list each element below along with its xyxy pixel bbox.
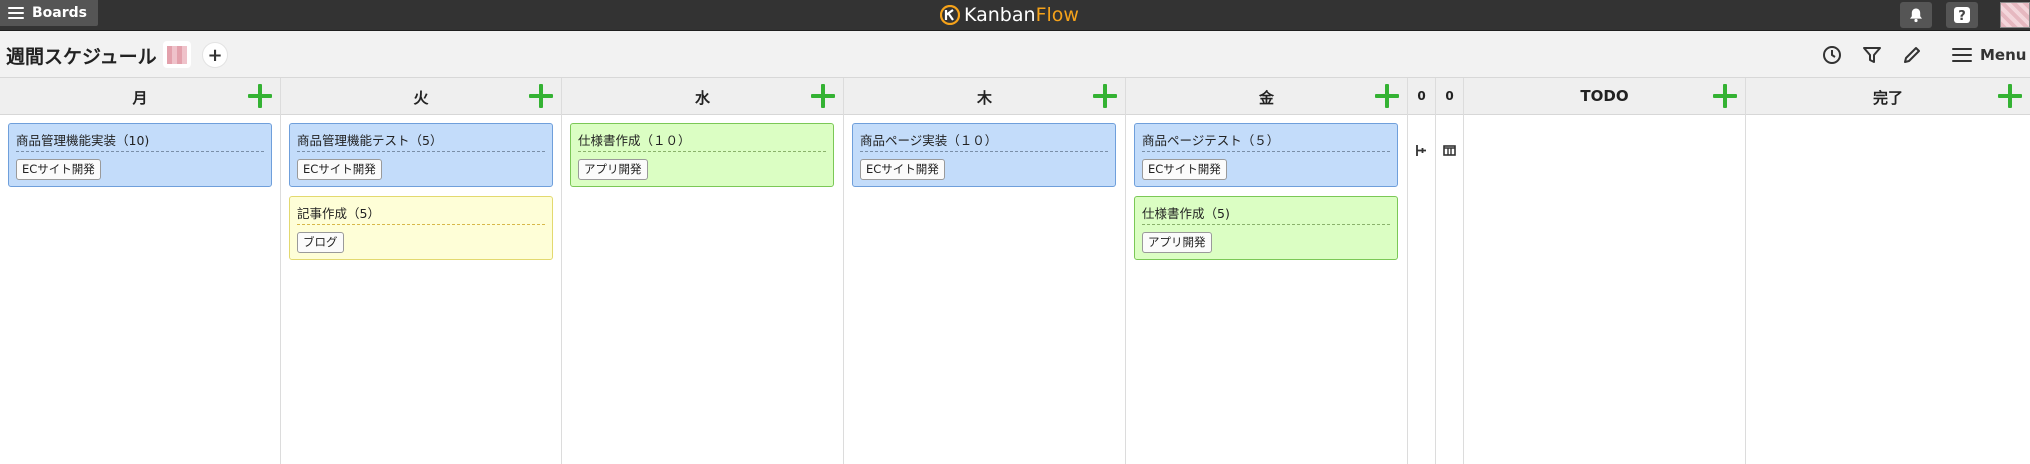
column-header: 木 [844,78,1125,115]
task-title: 商品管理機能テスト（5） [297,130,545,152]
logo-text-flow: Flow [1035,4,1079,26]
column-done: 完了 [1746,78,2030,464]
add-task-icon[interactable] [1375,84,1399,108]
task-card[interactable]: 商品ページテスト（５） ECサイト開発 [1134,123,1398,187]
menu-button[interactable]: Menu [1952,43,2026,67]
board-columns: 月 商品管理機能実装（10) ECサイト開発 火 商品管理機能テスト（5） EC… [0,78,2030,464]
question-icon: ? [1954,7,1970,24]
split-columns-icon[interactable] [1414,143,1429,158]
boards-button[interactable]: Boards [0,0,98,26]
column-header: 完了 [1746,78,2030,115]
collapsed-column[interactable]: 0 [1436,78,1464,464]
column-header: 火 [281,78,561,115]
task-card[interactable]: 商品管理機能実装（10) ECサイト開発 [8,123,272,187]
svg-text:?: ? [1958,9,1966,24]
column-header: TODO [1464,78,1745,115]
kanbanflow-logo[interactable]: Kanban Flow [940,2,1079,28]
task-title: 商品ページテスト（５） [1142,130,1390,152]
add-task-icon[interactable] [248,84,272,108]
column-title: 月 [132,89,148,107]
boards-label: Boards [32,5,87,21]
task-tag[interactable]: ECサイト開発 [297,159,382,180]
column-thu: 木 商品ページ実装（１０） ECサイト開発 [844,78,1126,464]
task-card[interactable]: 商品ページ実装（１０） ECサイト開発 [852,123,1116,187]
collapsed-column[interactable]: 0 [1408,78,1436,464]
column-count: 0 [1417,89,1426,103]
column-header: 月 [0,78,280,115]
task-title: 商品管理機能実装（10) [16,130,264,152]
add-member-button[interactable]: + [202,42,228,68]
task-tag[interactable]: アプリ開発 [1142,232,1212,253]
column-title: 木 [976,89,992,107]
task-title: 仕様書作成（5) [1142,203,1390,225]
column-title: 金 [1258,89,1274,107]
task-card[interactable]: 仕様書作成（5) アプリ開発 [1134,196,1398,260]
top-bar: Boards Kanban Flow ? [0,0,2030,31]
board-title[interactable]: 週間スケジュール [6,42,157,69]
clock-icon[interactable] [1820,43,1844,67]
task-tag[interactable]: ECサイト開発 [16,159,101,180]
task-tag[interactable]: ブログ [297,232,344,253]
pencil-icon[interactable] [1900,43,1924,67]
help-button[interactable]: ? [1946,2,1978,28]
task-tag[interactable]: アプリ開発 [578,159,648,180]
column-header: 金 [1126,78,1407,115]
column-mon: 月 商品管理機能実装（10) ECサイト開発 [0,78,281,464]
column-title: TODO [1580,87,1629,105]
task-tag[interactable]: ECサイト開発 [860,159,945,180]
filter-icon[interactable] [1860,43,1884,67]
column-tue: 火 商品管理機能テスト（5） ECサイト開発 記事作成（5） ブログ [281,78,562,464]
menu-icon [1952,48,1972,62]
add-task-icon[interactable] [529,84,553,108]
user-avatar[interactable] [2000,2,2030,28]
add-task-icon[interactable] [1093,84,1117,108]
task-card[interactable]: 商品管理機能テスト（5） ECサイト開発 [289,123,553,187]
task-card[interactable]: 記事作成（5） ブログ [289,196,553,260]
member-avatar[interactable] [163,41,191,68]
logo-text-kanban: Kanban [964,4,1036,26]
column-count: 0 [1445,89,1454,103]
task-title: 記事作成（5） [297,203,545,225]
task-title: 仕様書作成（１０） [578,130,826,152]
hamburger-icon [8,7,24,19]
column-wed: 水 仕様書作成（１０） アプリ開発 [562,78,844,464]
expand-columns-icon[interactable] [1442,143,1457,158]
column-title: 火 [413,89,429,107]
menu-label: Menu [1980,46,2027,64]
column-title: 水 [694,89,710,107]
column-fri: 金 商品ページテスト（５） ECサイト開発 仕様書作成（5) アプリ開発 [1126,78,1408,464]
column-header: 0 [1436,78,1463,115]
add-task-icon[interactable] [811,84,835,108]
column-title: 完了 [1872,89,1903,107]
task-title: 商品ページ実装（１０） [860,130,1108,152]
add-task-icon[interactable] [1998,84,2022,108]
column-todo: TODO [1464,78,1746,464]
column-header: 0 [1408,78,1435,115]
logo-mark-icon [940,5,960,25]
task-tag[interactable]: ECサイト開発 [1142,159,1227,180]
task-card[interactable]: 仕様書作成（１０） アプリ開発 [570,123,834,187]
board-header: 週間スケジュール + Menu [0,31,2030,78]
bell-icon [1910,8,1922,23]
column-header: 水 [562,78,843,115]
notifications-button[interactable] [1900,2,1932,28]
add-task-icon[interactable] [1713,84,1737,108]
